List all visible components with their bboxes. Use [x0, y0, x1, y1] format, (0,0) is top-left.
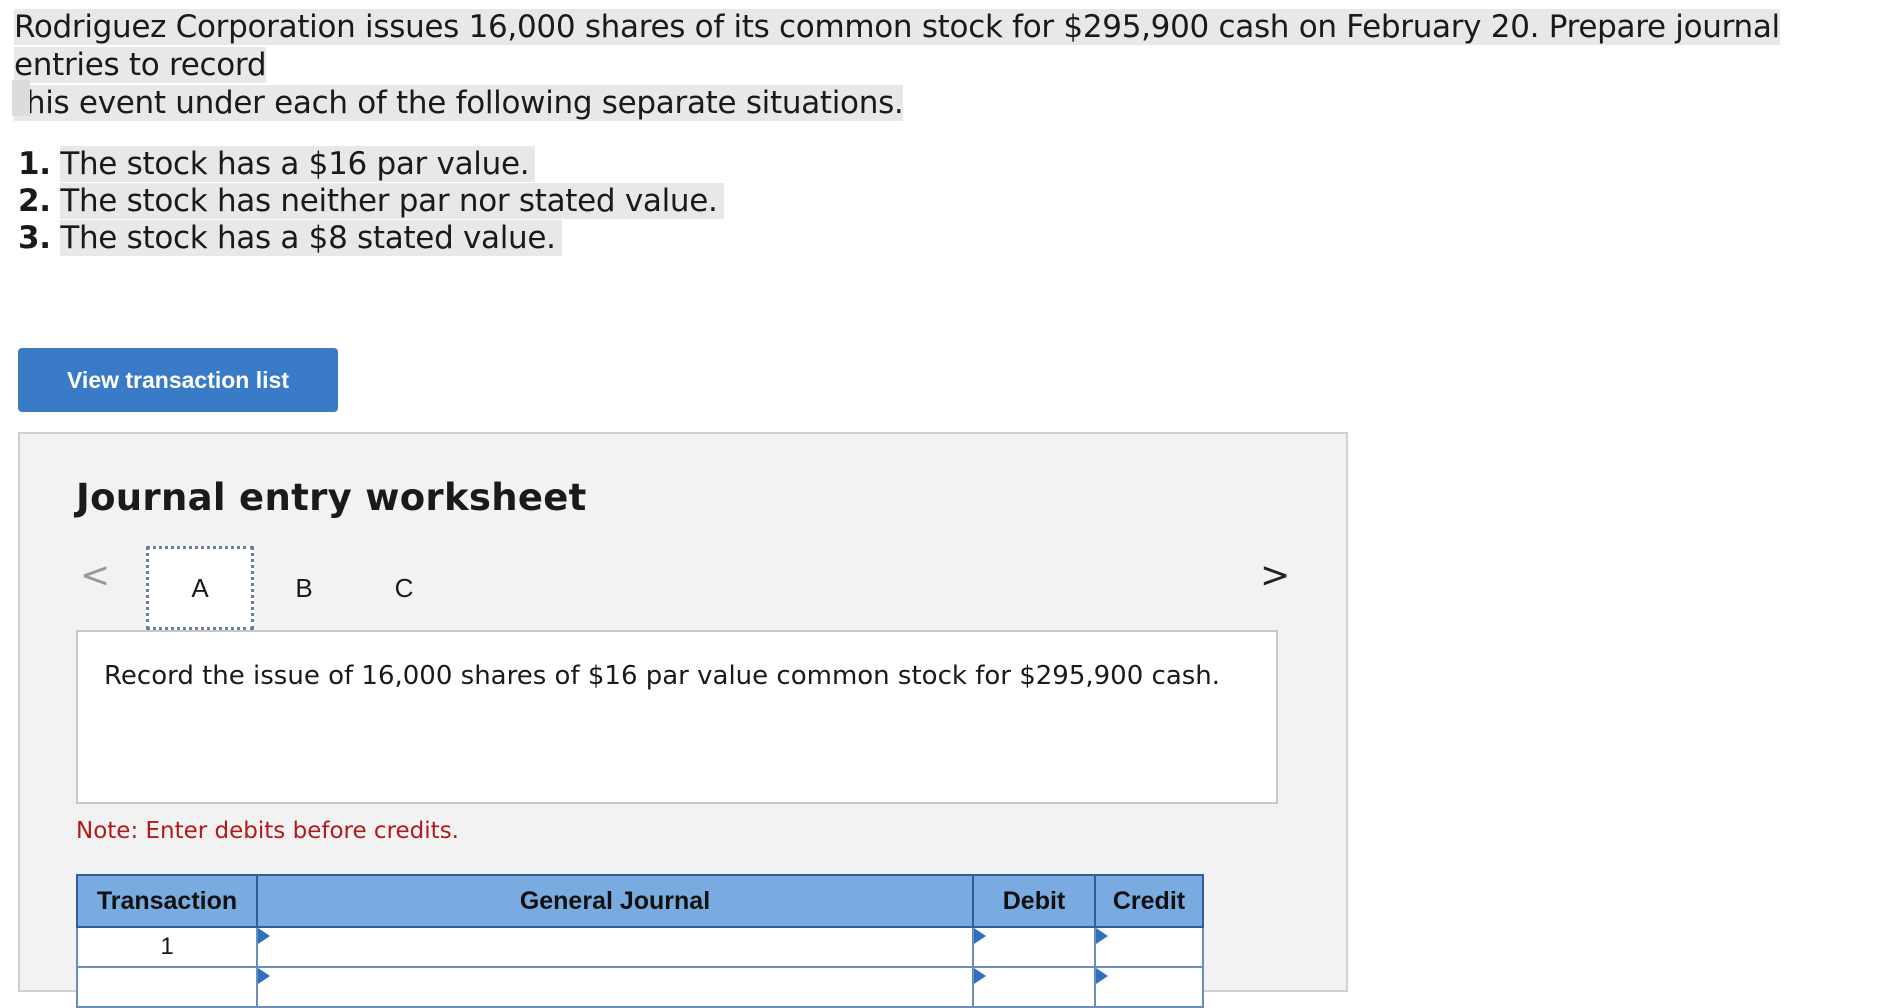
dropdown-indicator-icon: [258, 968, 270, 984]
problem-statement: Rodriguez Corporation issues 16,000 shar…: [14, 8, 1894, 122]
instruction-text: Record the issue of 16,000 shares of $16…: [104, 661, 1221, 691]
highlight-marker: [12, 80, 30, 116]
problem-line-2: this event under each of the following s…: [14, 85, 904, 121]
requirement-item: 2. The stock has neither par nor stated …: [18, 183, 724, 220]
table-row: 1: [76, 926, 1204, 968]
table-row: [76, 966, 1204, 1008]
view-transaction-list-button[interactable]: View transaction list: [18, 348, 338, 412]
credit-input[interactable]: [1096, 968, 1202, 1006]
journal-entry-worksheet: Journal entry worksheet < A B C > Record…: [18, 432, 1348, 1008]
debit-cell[interactable]: [972, 926, 1096, 968]
transaction-cell: 1: [76, 926, 258, 968]
tab-c[interactable]: C: [354, 546, 454, 630]
requirement-text: The stock has a $8 stated value.: [60, 220, 562, 256]
debit-input[interactable]: [974, 928, 1094, 966]
table-header-row: Transaction General Journal Debit Credit: [76, 874, 1204, 928]
debit-input[interactable]: [974, 968, 1094, 1006]
header-transaction: Transaction: [76, 874, 258, 928]
requirement-number: 2.: [18, 183, 51, 219]
instruction-box: Record the issue of 16,000 shares of $16…: [76, 630, 1278, 804]
general-journal-cell[interactable]: [256, 926, 974, 968]
requirements-list: 1. The stock has a $16 par value. 2. The…: [18, 146, 724, 257]
input-indicator-icon: [974, 968, 986, 984]
chevron-left-icon[interactable]: <: [80, 558, 110, 594]
requirement-number: 1.: [18, 146, 51, 182]
transaction-cell: [76, 966, 258, 1008]
journal-table: Transaction General Journal Debit Credit…: [76, 874, 1204, 1008]
chevron-right-icon[interactable]: >: [1260, 558, 1290, 594]
header-credit: Credit: [1094, 874, 1204, 928]
problem-line-1: Rodriguez Corporation issues 16,000 shar…: [14, 9, 1780, 83]
requirement-item: 1. The stock has a $16 par value.: [18, 146, 724, 183]
credit-cell[interactable]: [1094, 966, 1204, 1008]
header-general-journal: General Journal: [256, 874, 974, 928]
note-text: Note: Enter debits before credits.: [76, 818, 459, 844]
input-indicator-icon: [974, 928, 986, 944]
requirement-item: 3. The stock has a $8 stated value.: [18, 220, 724, 257]
worksheet-title: Journal entry worksheet: [76, 476, 587, 519]
tab-b[interactable]: B: [254, 546, 354, 630]
general-journal-input[interactable]: [258, 928, 972, 966]
input-indicator-icon: [1096, 968, 1108, 984]
requirement-text: The stock has neither par nor stated val…: [60, 183, 724, 219]
general-journal-input[interactable]: [258, 968, 972, 1006]
requirement-text: The stock has a $16 par value.: [60, 146, 536, 182]
tab-a[interactable]: A: [146, 546, 254, 630]
credit-cell[interactable]: [1094, 926, 1204, 968]
requirement-number: 3.: [18, 220, 51, 256]
dropdown-indicator-icon: [258, 928, 270, 944]
input-indicator-icon: [1096, 928, 1108, 944]
general-journal-cell[interactable]: [256, 966, 974, 1008]
credit-input[interactable]: [1096, 928, 1202, 966]
header-debit: Debit: [972, 874, 1096, 928]
debit-cell[interactable]: [972, 966, 1096, 1008]
